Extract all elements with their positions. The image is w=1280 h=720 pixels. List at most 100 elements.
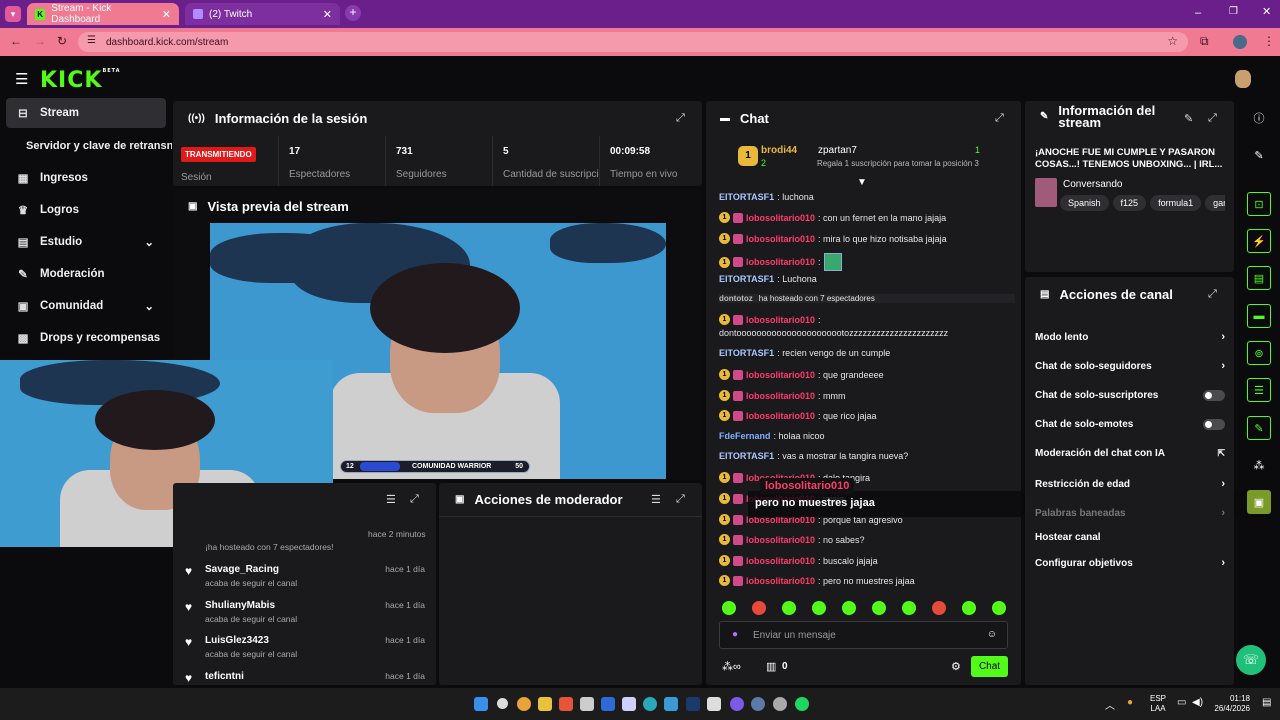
emote-icon[interactable] xyxy=(932,601,946,615)
emote-quick-bar[interactable] xyxy=(722,601,1012,615)
chat-username[interactable]: lobosolitario010 xyxy=(746,535,815,545)
explorer-icon[interactable] xyxy=(538,697,552,711)
list-icon[interactable]: ☰ xyxy=(1247,378,1271,402)
browser-menu-icon[interactable]: ⋮ xyxy=(1263,34,1275,48)
pin-collapse-icon[interactable]: ▼ xyxy=(857,177,867,188)
emoji-icon[interactable]: ☺ xyxy=(987,629,997,640)
chat-username[interactable]: EITORTASF1 xyxy=(719,348,774,358)
kick-logo[interactable]: KICKBETA xyxy=(40,68,121,93)
action-ai-moderation[interactable]: Moderación del chat con IA ⇱ xyxy=(1035,448,1225,459)
steam-icon[interactable] xyxy=(751,697,765,711)
tag-chip[interactable]: formula1 xyxy=(1150,195,1202,211)
filter-icon[interactable]: ☰ xyxy=(386,493,396,506)
tab-close-icon[interactable]: ✕ xyxy=(323,8,332,21)
emotes-only-toggle[interactable] xyxy=(1203,419,1225,430)
expand-icon[interactable]: ⤢ xyxy=(995,112,1004,125)
app-icon[interactable] xyxy=(622,697,636,711)
chat-input[interactable]: ● Enviar un mensaje ☺ xyxy=(719,621,1008,649)
camera-icon[interactable]: ⊡ xyxy=(1247,192,1271,216)
url-field[interactable]: ☰ dashboard.kick.com/stream ☆ xyxy=(78,32,1188,52)
network-icon[interactable]: ▭ xyxy=(1177,697,1186,708)
wrench-icon[interactable]: ✎ xyxy=(1247,416,1271,440)
user-avatar[interactable] xyxy=(1235,70,1251,88)
spotify-icon[interactable] xyxy=(795,697,809,711)
sidebar-item-studio[interactable]: ▤ Estudio ⌄ xyxy=(6,227,166,257)
sidebar-item-moderation[interactable]: ✎ Moderación xyxy=(6,259,166,289)
chat-username[interactable]: FdeFernand xyxy=(719,431,771,441)
reload-icon[interactable]: ↻ xyxy=(57,34,67,48)
capcut-icon[interactable] xyxy=(707,697,721,711)
chrome-icon[interactable] xyxy=(517,697,531,711)
emote-icon[interactable] xyxy=(872,601,886,615)
subscribers-only-toggle[interactable] xyxy=(1203,390,1225,401)
chat-username[interactable]: lobosolitario010 xyxy=(746,576,815,586)
emote-icon[interactable] xyxy=(752,601,766,615)
info-icon[interactable]: ⓘ xyxy=(1247,106,1271,130)
new-tab-button[interactable]: + xyxy=(345,5,361,21)
edit-icon[interactable]: ✎ xyxy=(1184,112,1193,125)
edge-icon[interactable] xyxy=(643,697,657,711)
tab-kick-dashboard[interactable]: K Stream - Kick Dashboard ✕ xyxy=(27,3,179,25)
chat-username[interactable]: EITORTASF1 xyxy=(719,274,774,284)
chat-username[interactable]: EITORTASF1 xyxy=(719,192,774,202)
emote-icon[interactable] xyxy=(782,601,796,615)
forward-icon[interactable]: → xyxy=(34,34,46,48)
profile-avatar[interactable] xyxy=(1233,35,1247,49)
tag-chip[interactable]: gam xyxy=(1205,195,1225,211)
tag-chip[interactable]: f125 xyxy=(1112,195,1147,211)
tab-twitch[interactable]: (2) Twitch ✕ xyxy=(185,3,340,25)
expand-icon[interactable]: ⤢ xyxy=(410,493,419,506)
photoshop-icon[interactable] xyxy=(686,697,700,711)
channel-points-icon[interactable]: ⁂∞ xyxy=(722,660,741,673)
chat-send-button[interactable]: Chat xyxy=(971,656,1008,677)
bookmark-star-icon[interactable]: ☆ xyxy=(1167,34,1178,48)
chat-username[interactable]: dontotoz xyxy=(719,294,753,303)
volume-icon[interactable]: ◀) xyxy=(1192,697,1203,708)
action-age-restriction[interactable]: Restricción de edad › xyxy=(1035,478,1225,490)
document-icon[interactable]: ▤ xyxy=(1247,266,1271,290)
action-host-channel[interactable]: Hostear canal xyxy=(1035,532,1225,543)
action-slow-mode[interactable]: Modo lento › xyxy=(1035,331,1225,343)
chat-username[interactable]: lobosolitario010 xyxy=(746,213,815,223)
expand-icon[interactable]: ⤢ xyxy=(1208,112,1217,125)
emote-icon[interactable] xyxy=(842,601,856,615)
chat-username[interactable]: EITORTASF1 xyxy=(719,451,774,461)
chat-bubble-icon[interactable]: ▬ xyxy=(1247,304,1271,328)
action-configure-goals[interactable]: Configurar objetivos › xyxy=(1035,557,1225,569)
brave-icon[interactable] xyxy=(559,697,573,711)
community-icon[interactable]: ⁂ xyxy=(1247,453,1271,477)
broadcast-icon[interactable]: ⊚ xyxy=(1247,341,1271,365)
expand-icon[interactable]: ⤢ xyxy=(1208,288,1217,301)
mic-icon[interactable]: ● xyxy=(732,629,738,640)
filter-icon[interactable]: ☰ xyxy=(651,493,661,506)
top-gifter-name[interactable]: brodi44 xyxy=(761,145,797,156)
start-icon[interactable] xyxy=(474,697,488,711)
word-icon[interactable] xyxy=(601,697,615,711)
tab-close-icon[interactable]: ✕ xyxy=(162,8,171,21)
expand-icon[interactable]: ⤢ xyxy=(676,112,685,125)
second-gifter-name[interactable]: zpartan7 xyxy=(818,145,857,156)
app-icon[interactable] xyxy=(580,697,594,711)
extensions-icon[interactable]: ⧉ xyxy=(1200,34,1209,49)
sidebar-item-stream[interactable]: ⊟ Stream xyxy=(6,98,166,128)
language-indicator[interactable]: ESP LAA xyxy=(1150,694,1166,714)
chat-username[interactable]: lobosolitario010 xyxy=(746,257,815,267)
emote-icon[interactable] xyxy=(812,601,826,615)
chat-username[interactable]: lobosolitario010 xyxy=(746,391,815,401)
store-icon[interactable]: ▥ xyxy=(766,660,776,673)
action-followers-only[interactable]: Chat de solo-seguidores › xyxy=(1035,360,1225,372)
back-icon[interactable]: ← xyxy=(10,34,22,48)
minimize-icon[interactable]: – xyxy=(1195,7,1201,19)
emote-icon[interactable] xyxy=(902,601,916,615)
notifications-icon[interactable]: ▤ xyxy=(1262,697,1271,708)
app-icon[interactable] xyxy=(664,697,678,711)
clip-icon[interactable]: ▣ xyxy=(1247,490,1271,514)
sidebar-item-income[interactable]: ▦ Ingresos xyxy=(6,163,166,193)
chat-username[interactable]: lobosolitario010 xyxy=(746,370,815,380)
sidebar-item-achievements[interactable]: ♛ Logros xyxy=(6,195,166,225)
emote-icon[interactable] xyxy=(722,601,736,615)
microphone-icon[interactable]: ● xyxy=(1127,697,1133,708)
support-chat-button[interactable]: ☏ xyxy=(1236,645,1266,675)
restore-icon[interactable]: ❐ xyxy=(1229,6,1238,17)
sidebar-item-server-key[interactable]: Servidor y clave de retransn xyxy=(16,131,172,161)
